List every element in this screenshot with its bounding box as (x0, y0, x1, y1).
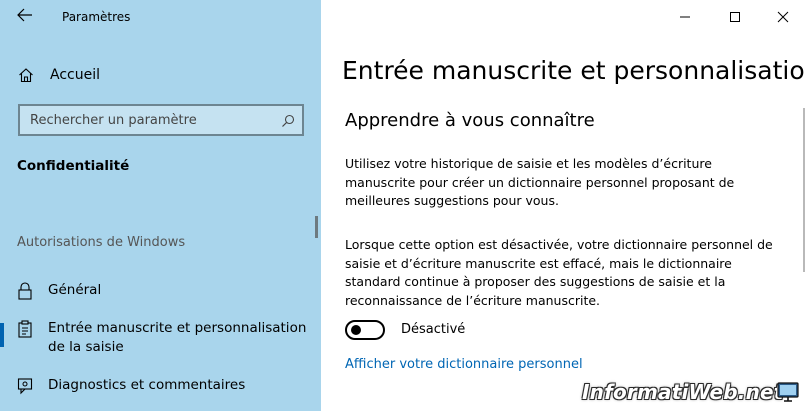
feedback-icon (17, 377, 33, 395)
home-icon (18, 67, 34, 83)
view-dictionary-link[interactable]: Afficher votre dictionnaire personnel (345, 357, 583, 372)
sidebar: Paramètres Accueil Rechercher un paramèt… (0, 0, 321, 411)
sidebar-item-inking[interactable]: Entrée manuscrite et personnalisation de… (17, 319, 323, 357)
app-title: Paramètres (62, 10, 131, 24)
sidebar-scrollbar[interactable] (315, 216, 318, 238)
section-title-privacy: Confidentialité (17, 158, 130, 174)
minimize-icon (680, 16, 690, 18)
close-icon (777, 11, 789, 23)
personalization-toggle[interactable] (345, 320, 385, 340)
close-button[interactable] (761, 0, 805, 34)
note-text: Lorsque cette option est désactivée, vot… (345, 237, 773, 308)
sidebar-item-label: Entrée manuscrite et personnalisation de… (48, 320, 307, 355)
sidebar-item-label: Général (48, 282, 102, 298)
section-title: Apprendre à vous connaître (345, 110, 595, 131)
lock-icon (17, 282, 33, 300)
page-title: Entrée manuscrite et personnalisation de… (342, 56, 806, 85)
maximize-icon (730, 12, 740, 22)
selection-indicator (0, 323, 4, 347)
sidebar-item-label: Diagnostics et commentaires (48, 377, 246, 393)
search-icon[interactable] (281, 113, 295, 127)
search-input[interactable]: Rechercher un paramètre (18, 104, 304, 136)
toggle-knob (351, 325, 361, 335)
search-placeholder: Rechercher un paramètre (30, 113, 197, 128)
back-arrow-icon (17, 8, 32, 22)
title-bar-left: Paramètres (0, 0, 321, 34)
toggle-state-label: Désactivé (401, 322, 466, 337)
sidebar-item-label: Accueil (50, 67, 100, 83)
sidebar-item-diagnostics[interactable]: Diagnostics et commentaires (17, 376, 245, 395)
watermark-text: InformatiWeb.net (582, 380, 784, 404)
clipboard-icon (17, 320, 33, 338)
main-content: Entrée manuscrite et personnalisation de… (321, 0, 806, 411)
group-title: Autorisations de Windows (17, 235, 186, 250)
informatiweb-logo-icon (777, 382, 799, 402)
sidebar-item-home[interactable]: Accueil (18, 64, 100, 86)
main-scrollbar[interactable] (803, 108, 805, 272)
minimize-button[interactable] (663, 0, 707, 34)
description-text: Utilisez votre historique de saisie et l… (345, 156, 735, 208)
maximize-button[interactable] (713, 0, 757, 34)
sidebar-item-general[interactable]: Général (17, 281, 101, 300)
back-button[interactable] (14, 8, 36, 26)
